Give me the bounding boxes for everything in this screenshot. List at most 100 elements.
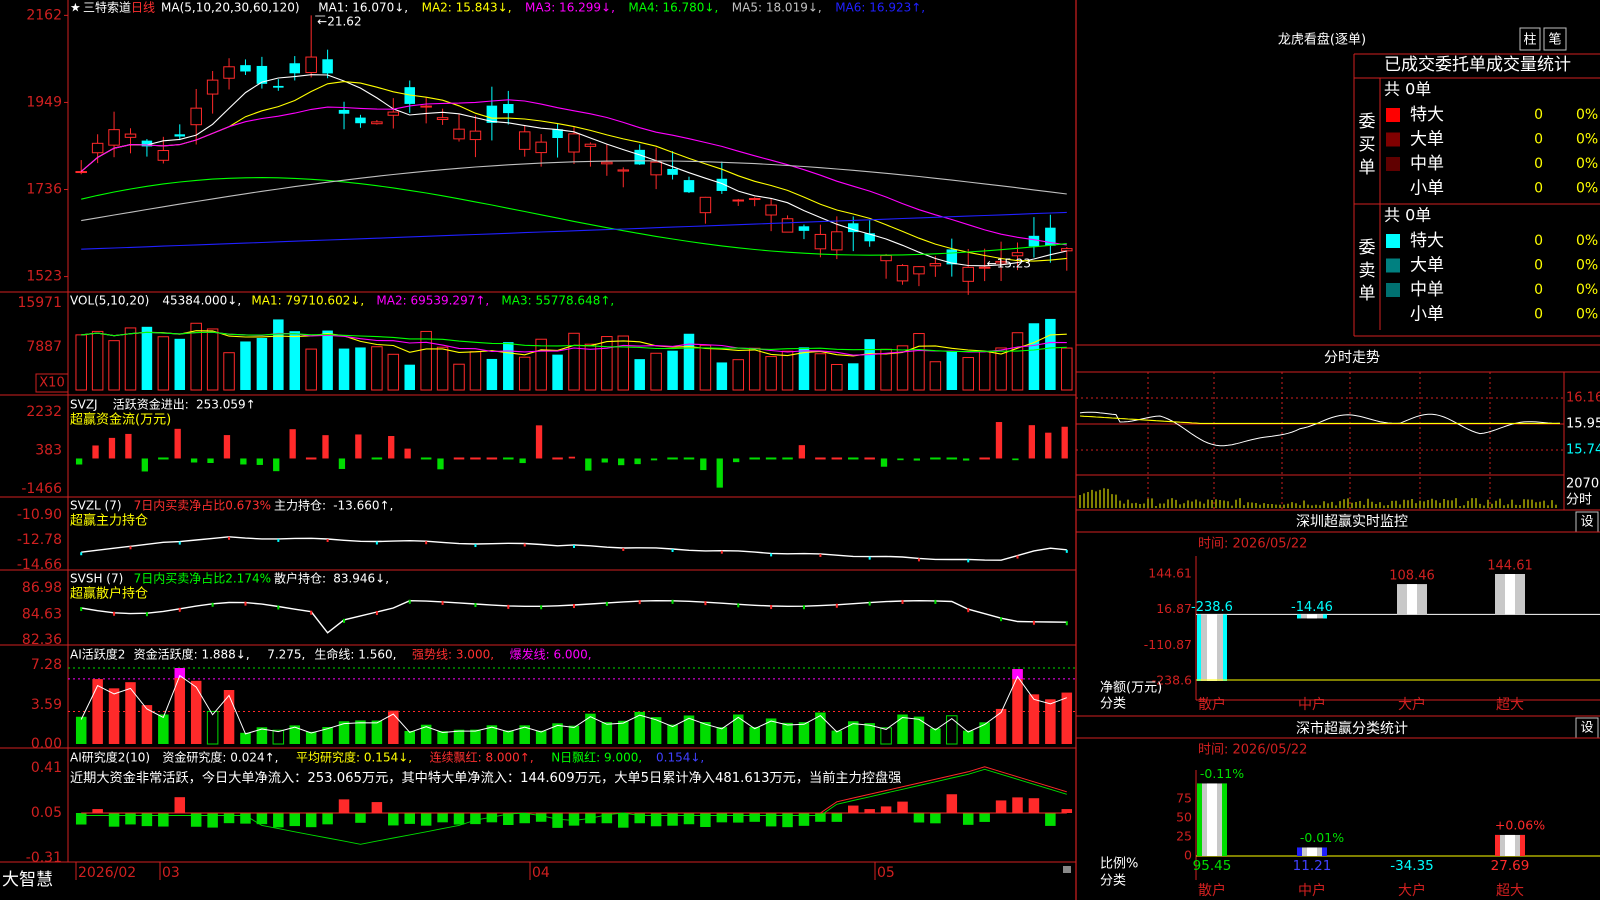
research-bar-positive [995,800,1007,813]
candle-up [617,169,630,172]
sell-row-pct: 0% [1576,258,1598,274]
activity-bar [1061,692,1073,744]
svzj-label: 活跃资金进出: [113,397,189,412]
ma-line-5 [81,160,1067,222]
research-bar-positive [880,806,892,813]
activity-bar [798,722,810,744]
intraday-price: 15.74 [1566,443,1600,458]
activity-bar [601,722,613,744]
ai-activity-chart[interactable]: 7.28 3.59 0.00 AI活跃度2 资金活跃度: 1.888↓, 7.275, 生命… [31,647,1076,753]
volume-bar-up [371,346,383,391]
sz-monitor-panel[interactable]: 深圳超赢实时监控 设时间: 2026/05/22 144.61 16.87 -110.8… [1076,511,1600,717]
flow-bar-positive [125,433,132,459]
intraday-panel[interactable]: 分时走势 16.16 15.95 15.74 2070分时 [1076,344,1600,511]
svsh-chart[interactable]: 86.98 84.63 82.36 SVSH (7) 7日内买卖净占比2.174% 散户持… [22,571,1068,649]
ma-value-4: MA4: 16.780↓, [628,1,718,15]
holding-tick [310,610,313,615]
tick-mode-label[interactable]: 笔 [1548,32,1561,48]
activity-bar [716,727,728,744]
activity-bar [897,714,908,744]
research-bar-negative [420,813,432,826]
candle-down [634,149,645,165]
lhb-panel[interactable]: 龙虎看盘(逐单) 柱笔已成交委托单成交量统计委买单共 0单特大 0 0%大单 0 0%中单… [1278,27,1600,337]
research-bar-negative [125,813,136,825]
research-bar-negative [289,813,301,827]
candle-up [781,218,794,233]
class-unit-label: 比例% [1100,857,1138,872]
volume-bar-down [322,330,333,390]
flow-bar-positive [1045,432,1052,459]
research-bar-positive [1061,809,1073,813]
research-bar-negative [650,813,662,827]
svzj-y-tick: 2232 [26,404,62,420]
activity-bar [470,729,481,744]
volume-title: VOL(5,10,20) [70,294,149,308]
volume-bar-up [453,363,465,391]
flow-bar-negative [240,458,247,465]
svsh-y-tick: 86.98 [22,580,62,596]
volume-bar-up [978,351,991,391]
settings-label[interactable]: 设 [1580,721,1593,736]
ai2-item-1: 资金研究度: 0.024↑, [162,750,278,765]
candle-up [190,107,202,126]
flow-bar [749,457,760,460]
flow-bar-positive [568,456,576,459]
holding-tick [425,541,428,545]
activity-bar [355,720,366,744]
volume-bar-up [157,336,170,391]
candle-down [322,59,333,74]
research-bar-negative [831,813,843,822]
class-bar-edge [1495,834,1500,856]
price-chart[interactable]: 2162 1949 1736 1523 ←21.62 ←15.23 ★ 三特索道 日线 MA(5,… [26,0,1073,295]
svsh-title: SVSH (7) [70,572,123,586]
monitor-bar-highlight [1307,614,1317,619]
holding-tick [704,601,707,606]
candle-down [683,180,695,193]
holding-tick [523,543,526,547]
svzj-y-tick: -1466 [21,481,62,497]
class-bar-edge [1322,847,1327,856]
activity-bar-hollow [272,729,285,745]
volume-bar-up [420,330,432,391]
holding-tick [228,536,231,540]
intraday-price: 16.16 [1566,391,1600,406]
candle-up [748,198,761,201]
research-bar-negative [256,813,268,825]
buy-row-count: 0 [1534,156,1543,172]
volume-bar-up [831,363,843,391]
candle-up [831,231,843,251]
flow-bar-negative [897,458,904,461]
buy-row-name: 中单 [1410,154,1444,174]
sell-row-swatch [1386,234,1400,248]
activity-bar [174,668,186,744]
legend-line: SVSH (7) 7日内买卖净占比2.174% 散户持仓: 83.946↓, [70,571,389,586]
low-price-label: ←15.23 [987,257,1031,271]
sz-class-panel[interactable]: 深市超赢分类统计 设时间: 2026/05/22 75 50 25 0 -0.11% 95.4… [1076,717,1600,899]
research-bar-negative [733,813,744,823]
volume-bar-down [141,326,153,390]
price-y-tick: 1949 [26,94,62,110]
class-y-tick: 75 [1176,791,1192,806]
volume-chart[interactable]: 15971 7887 X10 VOL(5,10,20) 45384.000↓, MA1: … [17,294,1073,393]
candle-up [584,143,597,147]
svzj-chart[interactable]: 2232 383 -1466 SVZJ 活跃资金进出: 253.059↑ 超赢资金流(万元) [21,397,1068,498]
candle-up [535,141,547,154]
flow-bar-positive [289,429,296,459]
brand-logo: 大智慧 [2,870,53,890]
flow-bar-negative [437,458,444,470]
holding-tick [802,605,805,610]
volume-y-tick: 15971 [17,295,62,311]
legend-line: SVZJ 活跃资金进出: 253.059↑ [70,397,256,412]
research-bar-negative [535,813,547,822]
ai-research-chart[interactable]: 0.41 0.05 -0.31 AI研究度2(10) 资金研究度: 0.024↑, 平均研… [26,750,1073,867]
research-bar-negative [962,813,974,825]
flow-bar-positive [355,434,362,459]
high-price-label: ←21.62 [317,15,361,29]
flow-bar-positive [92,445,99,459]
ai2-item-2: 平均研究度: 0.154↓, [296,750,412,765]
activity-bar [535,730,547,744]
settings-label[interactable]: 设 [1580,515,1593,530]
svzl-chart[interactable]: -10.90 -12.78 -14.66 SVZL (7) 7日内买卖净占比0.673%… [17,498,1068,574]
bar-mode-label[interactable]: 柱 [1523,33,1536,48]
holding-tick [967,559,970,563]
